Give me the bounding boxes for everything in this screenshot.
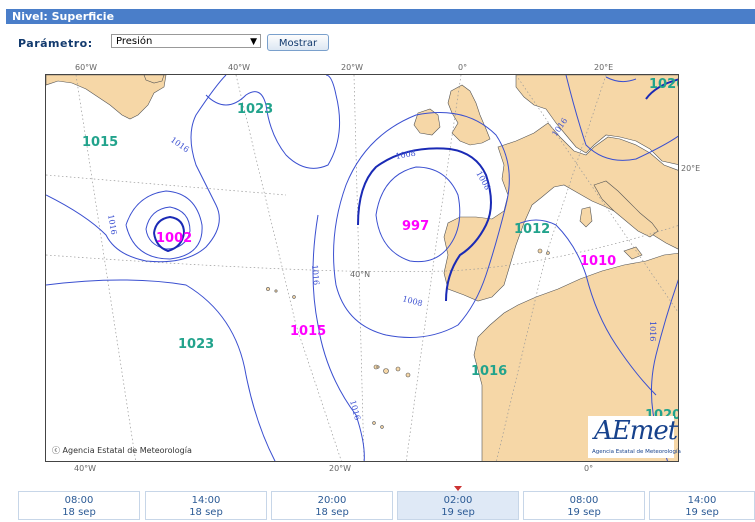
lon-label-bottom: 0° (584, 464, 594, 473)
slot-time: 14:00 (687, 495, 717, 506)
slot-date: 18 sep (62, 507, 96, 518)
logo-text: AEmet (594, 416, 678, 446)
lat-label-right: 20°E (681, 164, 701, 173)
slot-date: 18 sep (315, 507, 349, 518)
slot-date: 19 sep (685, 507, 719, 518)
map-credit: ⓒ Agencia Estatal de Meteorología (52, 445, 192, 456)
parameter-label: Parámetro: (18, 37, 93, 50)
timeline-slot[interactable]: 08:00 18 sep (18, 491, 140, 520)
sardinia (579, 206, 593, 228)
isobar-label: 1016 (648, 321, 657, 341)
isobar-label: 1016 (106, 214, 118, 236)
isobar-label: 1016 (169, 135, 191, 154)
slot-time: 08:00 (64, 495, 94, 506)
timeline-slot[interactable]: 14:00 19 sep (649, 491, 755, 520)
lon-label-bottom: 20°W (329, 464, 352, 473)
slot-time: 14:00 (191, 495, 221, 506)
lon-label-top: 60°W (75, 63, 98, 72)
pressure-label: 1015 (290, 324, 326, 339)
level-title: Nivel: Superficie (12, 10, 115, 23)
isobar-label: 1008 (401, 294, 423, 308)
parameter-select[interactable]: Presión ▼ (111, 34, 261, 48)
isobar-label: 1008 (395, 149, 417, 161)
slot-date: 18 sep (189, 507, 223, 518)
pressure-label: 1012 (514, 222, 550, 237)
show-button[interactable]: Mostrar (267, 34, 329, 51)
timeline-slot-active[interactable]: 02:00 19 sep (397, 491, 519, 520)
map-canvas: 1015 1023 1002 997 1012 1010 1015 1023 1… (46, 75, 679, 461)
dropdown-arrow-icon: ▼ (250, 37, 257, 47)
isobar-label: 1016 (310, 264, 321, 285)
lon-label-top: 40°W (228, 63, 251, 72)
slot-time: 08:00 (569, 495, 599, 506)
slot-date: 19 sep (567, 507, 601, 518)
great-britain (447, 84, 491, 146)
pressure-label: 1010 (580, 254, 616, 269)
lon-label-bottom: 40°W (74, 464, 97, 473)
lat-label: 40°N (350, 270, 370, 279)
pressure-label: 1016 (471, 364, 507, 379)
pressure-label: 1023 (178, 337, 214, 352)
slot-time: 20:00 (317, 495, 347, 506)
pressure-map[interactable]: 1015 1023 1002 997 1012 1010 1015 1023 1… (45, 74, 679, 462)
lon-label-top: 20°W (341, 63, 364, 72)
timeline-slot[interactable]: 08:00 19 sep (523, 491, 645, 520)
header-bar (6, 9, 755, 24)
pressure-label: 1015 (82, 135, 118, 150)
slot-time: 02:00 (443, 495, 473, 506)
pressure-label: 1026 (649, 77, 679, 92)
copyright-icon: ⓒ (52, 446, 60, 455)
credit-text: Agencia Estatal de Meteorología (62, 446, 192, 455)
greenland (46, 75, 167, 120)
lon-label-top: 0° (458, 63, 468, 72)
isobar-label: 1008 (474, 170, 492, 192)
timeline-slot[interactable]: 14:00 18 sep (145, 491, 267, 520)
slot-date: 19 sep (441, 507, 475, 518)
aemet-logo: AEmet Agencia Estatal de Meteorología (588, 416, 681, 458)
parameter-select-value: Presión (116, 36, 153, 47)
pressure-label: 997 (402, 219, 429, 234)
lon-label-top: 20°E (594, 63, 614, 72)
pressure-label: 1023 (237, 102, 273, 117)
timeline: 08:00 18 sep 14:00 18 sep 20:00 18 sep 0… (0, 491, 755, 522)
pressure-label: 1002 (156, 231, 192, 246)
isobar-label: 1016 (348, 399, 362, 421)
timeline-slot[interactable]: 20:00 18 sep (271, 491, 393, 520)
logo-subtext: Agencia Estatal de Meteorología (592, 449, 681, 455)
